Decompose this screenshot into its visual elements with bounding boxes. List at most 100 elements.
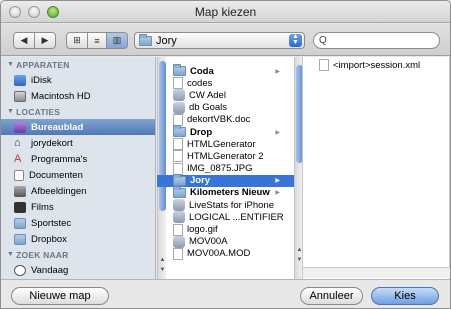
path-popup[interactable]: Jory ▲ ▼: [134, 32, 305, 49]
path-popup-label: Jory: [156, 34, 177, 47]
sidebar-section-header[interactable]: ▼ LOCATIES: [1, 104, 155, 119]
document-icon: [319, 59, 329, 72]
folder-icon: [173, 64, 186, 77]
file-list-item[interactable]: <import>session.xml: [303, 59, 449, 72]
sidebar-item[interactable]: Vandaag: [1, 262, 155, 278]
forward-button[interactable]: ▶: [34, 32, 56, 49]
scroll-down-arrow-icon[interactable]: ▼: [295, 257, 302, 266]
file-list-item[interactable]: db Goals: [157, 101, 294, 114]
back-button[interactable]: ◀: [13, 32, 35, 49]
sidebar-item-label: Dropbox: [31, 233, 67, 245]
file-name: IMG_0875.JPG: [187, 163, 253, 175]
disclosure-triangle-icon[interactable]: ▼: [7, 61, 14, 68]
folder-icon: [173, 125, 186, 138]
file-list-item[interactable]: HTMLGenerator 2: [157, 150, 294, 163]
scrollbar-thumb[interactable]: [296, 65, 302, 163]
choose-folder-dialog: Map kiezen ◀ ▶ ⊞ ≡ ▥ Jory ▲ ▼ Q ▼ APPARATE…: [0, 0, 451, 309]
sidebar-item[interactable]: Films: [1, 199, 155, 215]
sidebar-item-label: Afbeeldingen: [31, 185, 87, 197]
sidebar-item-label: Vandaag: [31, 264, 69, 276]
sidebar-item[interactable]: ⌂ jorydekort: [1, 135, 155, 151]
document-icon: [173, 150, 183, 163]
folder-icon: [14, 217, 26, 229]
sidebar-item-label: Films: [31, 201, 54, 213]
applications-icon: A: [14, 152, 22, 165]
document-icon: [173, 223, 183, 236]
scroll-up-arrow-icon[interactable]: ▲: [295, 247, 302, 256]
title-bar: Map kiezen: [1, 1, 450, 23]
file-name: LiveStats for iPhone: [189, 199, 275, 211]
sidebar-section-header[interactable]: ▼ APPARATEN: [1, 57, 155, 72]
sidebar-item-label: iDisk: [31, 74, 52, 86]
file-list-item[interactable]: MOV00A: [157, 235, 294, 248]
file-list-item[interactable]: CW Adel: [157, 89, 294, 102]
file-list-item[interactable]: Coda ▶: [157, 64, 294, 77]
chevron-right-icon: ▶: [275, 178, 280, 185]
application-icon: [173, 235, 185, 248]
pictures-icon: [14, 185, 26, 197]
sidebar-section-header[interactable]: ▼ ZOEK NAAR: [1, 247, 155, 262]
file-list-item[interactable]: MOV00A.MOD: [157, 247, 294, 260]
sidebar-item-label: Documenten: [29, 169, 83, 181]
choose-button[interactable]: Kies: [371, 287, 439, 305]
file-list-item[interactable]: Kilometers Nieuw ▶: [157, 185, 294, 199]
sidebar-item[interactable]: Afbeeldingen: [1, 183, 155, 199]
document-icon: [173, 77, 183, 90]
file-list-item[interactable]: LOGICAL ...ENTIFIER: [157, 211, 294, 224]
sidebar-item[interactable]: A Programma's: [1, 151, 155, 167]
sidebar-item[interactable]: iDisk: [1, 72, 155, 88]
search-icon: Q: [319, 35, 327, 46]
chevron-right-icon: ▶: [275, 190, 280, 197]
document-icon: [173, 247, 183, 260]
chevron-right-icon: ▶: [275, 129, 280, 136]
sidebar-item-label: Sportstec: [31, 217, 72, 229]
clock-icon: [14, 264, 26, 276]
list-view-button[interactable]: ≡: [87, 32, 107, 49]
file-name: MOV00A: [189, 236, 228, 248]
folder-icon: [14, 233, 26, 245]
file-list-item[interactable]: codes: [157, 77, 294, 90]
home-icon: ⌂: [14, 136, 21, 149]
file-list-item[interactable]: IMG_0875.JPG: [157, 162, 294, 175]
bottom-bar: Nieuwe map Annuleer Kies: [1, 279, 450, 308]
sidebar-item[interactable]: Documenten: [1, 167, 155, 183]
folder-icon: [173, 185, 186, 198]
file-name: Jory: [190, 175, 211, 187]
disclosure-triangle-icon[interactable]: ▼: [7, 251, 14, 258]
new-folder-button[interactable]: Nieuwe map: [11, 287, 109, 305]
file-name: HTMLGenerator 2: [187, 150, 264, 162]
sidebar-item-label: Bureaublad: [31, 121, 84, 133]
sidebar-item[interactable]: Macintosh HD: [1, 88, 155, 104]
file-name: LOGICAL ...ENTIFIER: [189, 211, 284, 223]
application-icon: [173, 89, 185, 102]
disclosure-triangle-icon[interactable]: ▼: [7, 108, 14, 115]
sidebar-item-label: Macintosh HD: [31, 90, 91, 102]
column-1-right-scrollbar[interactable]: ▲ ▼: [294, 57, 302, 279]
file-name: Drop: [190, 126, 213, 138]
file-list-item[interactable]: logo.gif: [157, 223, 294, 236]
document-icon: [173, 162, 183, 175]
sidebar-item[interactable]: Dropbox: [1, 231, 155, 247]
scroll-down-arrow-icon[interactable]: ▼: [158, 267, 167, 276]
search-field[interactable]: Q: [313, 32, 440, 49]
sidebar-item[interactable]: Bureaublad: [1, 119, 155, 135]
cancel-button[interactable]: Annuleer: [300, 287, 363, 305]
forward-arrow-icon: ▶: [41, 35, 49, 45]
file-list-item[interactable]: LiveStats for iPhone: [157, 199, 294, 212]
icon-view-button[interactable]: ⊞: [66, 32, 88, 49]
chevron-right-icon: ▶: [275, 68, 280, 75]
sidebar-item-label: jorydekort: [31, 137, 73, 149]
file-list-item[interactable]: Drop ▶: [157, 125, 294, 138]
popup-arrows-icon: ▲ ▼: [289, 33, 302, 47]
desktop-icon: [14, 121, 26, 133]
file-name: MOV00A.MOD: [187, 248, 251, 260]
sidebar: ▼ APPARATEN iDisk Macintosh HD ▼ LOCATIES Bure…: [1, 57, 156, 279]
folder-icon: [139, 33, 152, 46]
back-arrow-icon: ◀: [20, 35, 28, 45]
application-icon: [173, 199, 185, 212]
column-view-button[interactable]: ▥: [106, 32, 128, 49]
horizontal-scrollbar[interactable]: [303, 267, 450, 278]
sidebar-item[interactable]: Sportstec: [1, 215, 155, 231]
file-list-item[interactable]: HTMLGenerator: [157, 138, 294, 151]
document-icon: [173, 138, 183, 151]
